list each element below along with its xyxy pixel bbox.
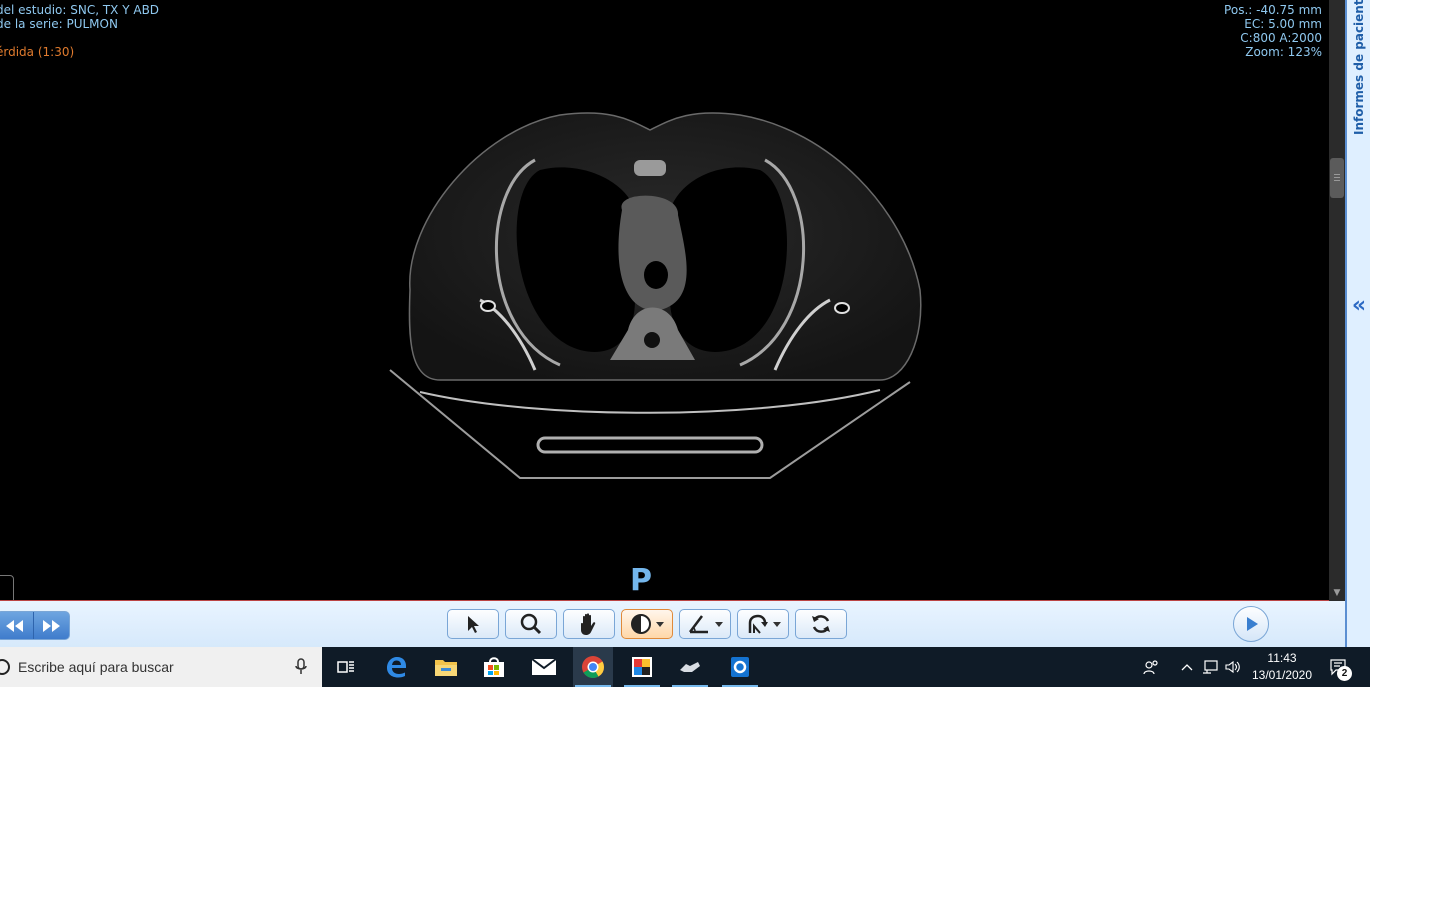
frame-corner	[0, 575, 14, 601]
notification-count-badge: 2	[1337, 666, 1352, 681]
ct-axial-slice-image	[389, 112, 922, 479]
overlay-position: Pos.: -40.75 mm	[1224, 3, 1322, 17]
mail-icon	[531, 658, 557, 675]
rotate-arrow-icon	[748, 614, 768, 634]
store-taskbar-button[interactable]	[474, 647, 514, 687]
app-window: del estudio: SNC, TX Y ABD de la serie: …	[0, 0, 1370, 687]
image-viewer-icon	[632, 657, 652, 677]
clock-time: 11:43	[1267, 651, 1297, 665]
patient-reports-tab[interactable]: Informes de pacient	[1352, 0, 1366, 135]
edge-taskbar-button[interactable]	[376, 647, 416, 687]
outlook-icon	[731, 657, 749, 677]
ruler-angle-icon	[689, 615, 708, 634]
overlay-study-description: del estudio: SNC, TX Y ABD	[0, 3, 160, 17]
image-viewport[interactable]: del estudio: SNC, TX Y ABD de la serie: …	[0, 0, 1329, 601]
store-icon	[484, 657, 504, 677]
clock-date: 13/01/2020	[1251, 668, 1313, 682]
hand-icon	[581, 613, 596, 635]
next-series-button[interactable]	[32, 612, 70, 639]
people-button[interactable]	[1140, 647, 1162, 687]
play-icon	[1247, 617, 1258, 631]
show-hidden-icons-button[interactable]	[1178, 647, 1196, 687]
dicom-viewer-taskbar-button[interactable]	[670, 647, 710, 687]
file-explorer-icon	[435, 660, 457, 676]
pan-tool-button[interactable]	[563, 609, 615, 639]
search-placeholder: Escribe aquí para buscar	[18, 659, 174, 675]
magnifier-icon	[520, 613, 542, 635]
taskbar-search-box[interactable]: Escribe aquí para buscar	[0, 647, 322, 687]
network-button[interactable]	[1200, 647, 1220, 687]
pointer-tool-button[interactable]	[447, 609, 499, 639]
volume-button[interactable]	[1223, 647, 1243, 687]
contrast-icon	[631, 614, 651, 634]
dicom-viewer-icon	[680, 662, 700, 672]
cine-play-button[interactable]	[1233, 606, 1269, 642]
overlay-series-description: de la serie: PULMON	[0, 17, 118, 31]
windows-taskbar: Escribe aquí para buscar 11:43 13/01/202…	[0, 647, 1370, 687]
chrome-taskbar-button[interactable]	[573, 647, 613, 687]
rewind-icon	[5, 619, 23, 632]
rotate-flip-tool-button[interactable]	[737, 609, 789, 639]
mail-taskbar-button[interactable]	[524, 647, 564, 687]
previous-series-button[interactable]	[0, 612, 33, 639]
series-scrollbar-thumb[interactable]	[1330, 158, 1344, 198]
microphone-icon[interactable]	[294, 658, 308, 676]
file-explorer-taskbar-button[interactable]	[426, 647, 466, 687]
dropdown-caret-icon	[656, 621, 664, 627]
task-view-icon	[337, 661, 354, 673]
arrow-pointer-icon	[468, 616, 479, 633]
overlay-slice-thickness: EC: 5.00 mm	[1244, 17, 1322, 31]
overlay-zoom: Zoom: 123%	[1245, 45, 1322, 59]
window-level-tool-button[interactable]	[621, 609, 673, 639]
outlook-taskbar-button[interactable]	[720, 647, 760, 687]
measure-tool-button[interactable]	[679, 609, 731, 639]
overlay-window-level: C:800 A:2000	[1240, 31, 1322, 45]
refresh-icon	[812, 615, 830, 633]
image-viewer-taskbar-button[interactable]	[622, 647, 662, 687]
overlay-compression: érdida (1:30)	[0, 45, 75, 59]
orientation-label-posterior: P	[630, 563, 652, 598]
reset-tool-button[interactable]	[795, 609, 847, 639]
people-icon	[1143, 660, 1158, 675]
task-view-button[interactable]	[326, 647, 366, 687]
speaker-icon	[1225, 660, 1240, 674]
chevron-up-icon	[1181, 664, 1193, 671]
taskbar-clock[interactable]: 11:43 13/01/2020	[1246, 650, 1318, 684]
series-navigation-group	[0, 611, 70, 640]
series-scrollbar[interactable]	[1329, 0, 1345, 601]
dropdown-caret-icon	[715, 621, 723, 627]
chrome-icon	[582, 656, 604, 678]
expand-panel-chevron-icon[interactable]: «	[1349, 293, 1369, 319]
fast-forward-icon	[43, 619, 61, 632]
search-icon	[0, 659, 10, 675]
network-icon	[1203, 660, 1218, 674]
scroll-down-arrow-icon[interactable]: ▼	[1330, 586, 1344, 600]
dropdown-caret-icon	[773, 621, 781, 627]
edge-icon	[387, 657, 406, 678]
zoom-tool-button[interactable]	[505, 609, 557, 639]
